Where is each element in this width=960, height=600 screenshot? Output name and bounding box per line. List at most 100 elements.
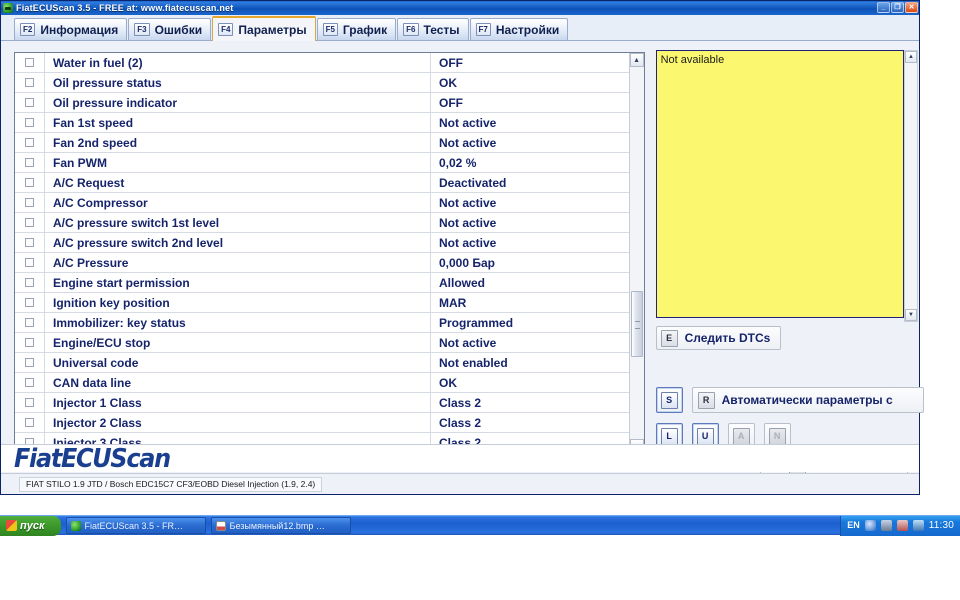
row-checkbox[interactable]: [15, 93, 45, 112]
checkbox-icon: [25, 218, 34, 227]
row-checkbox[interactable]: [15, 53, 45, 72]
row-checkbox[interactable]: [15, 293, 45, 312]
row-checkbox[interactable]: [15, 353, 45, 372]
parameter-name: Fan 2nd speed: [45, 133, 431, 152]
parameter-name: Injector 2 Class: [45, 413, 431, 432]
table-row[interactable]: Water in fuel (2) OFF: [15, 53, 629, 73]
parameter-name: Injector 1 Class: [45, 393, 431, 412]
table-row[interactable]: Fan 1st speed Not active: [15, 113, 629, 133]
table-row[interactable]: A/C Pressure 0,000 Бар: [15, 253, 629, 273]
tab-nastroyki[interactable]: F7 Настройки: [469, 18, 569, 40]
network-icon[interactable]: [880, 520, 892, 531]
table-row[interactable]: A/C pressure switch 2nd level Not active: [15, 233, 629, 253]
parameter-value: OFF: [439, 95, 463, 110]
checkbox-icon: [25, 258, 34, 267]
parameter-name: Engine/ECU stop: [45, 333, 431, 352]
parameter-value: Programmed: [439, 315, 514, 330]
checkbox-icon: [25, 78, 34, 87]
parameter-grid-scrollbar[interactable]: ▲ ▼: [628, 53, 644, 453]
row-checkbox[interactable]: [15, 373, 45, 392]
row-checkbox[interactable]: [15, 393, 45, 412]
row-checkbox[interactable]: [15, 313, 45, 332]
tab-parametry[interactable]: F4 Параметры: [212, 16, 316, 41]
minimize-icon: _: [881, 4, 886, 11]
parameter-name: A/C Compressor: [45, 193, 431, 212]
scrollbar-thumb[interactable]: [630, 291, 643, 357]
fkey-badge-f4: F4: [218, 23, 234, 36]
table-row[interactable]: Oil pressure status OK: [15, 73, 629, 93]
clock[interactable]: 11:30: [929, 520, 954, 531]
row-checkbox[interactable]: [15, 153, 45, 172]
table-row[interactable]: Universal code Not enabled: [15, 353, 629, 373]
desc-scroll-up-icon[interactable]: ▲: [905, 51, 917, 63]
table-row[interactable]: Oil pressure indicator OFF: [15, 93, 629, 113]
scroll-up-icon[interactable]: ▲: [629, 53, 644, 67]
language-indicator[interactable]: EN: [847, 520, 860, 531]
tab-label: Ошибки: [154, 22, 203, 37]
ecu-info-status: FIAT STILO 1.9 JTD / Bosch EDC15C7 CF3/E…: [19, 476, 323, 492]
window-controls: _ ❐ ✕: [877, 2, 918, 13]
key-badge-e: E: [660, 329, 678, 347]
restore-button[interactable]: ❐: [891, 2, 904, 13]
table-row[interactable]: Immobilizer: key status Programmed: [15, 313, 629, 333]
watch-dtcs-label: Следить DTCs: [684, 331, 771, 345]
save-button[interactable]: S: [655, 387, 683, 413]
row-checkbox[interactable]: [15, 73, 45, 92]
row-checkbox[interactable]: [15, 233, 45, 252]
brand-logo-text: FiatECUScan: [14, 443, 171, 474]
key-badge-u: U: [696, 427, 714, 445]
antivirus-icon[interactable]: [896, 520, 908, 531]
tab-testy[interactable]: F6 Тесты: [397, 18, 469, 40]
table-row[interactable]: A/C Request Deactivated: [15, 173, 629, 193]
parameter-name: Oil pressure status: [45, 73, 431, 92]
row-checkbox[interactable]: [15, 253, 45, 272]
tab-oshibki[interactable]: F3 Ошибки: [128, 18, 212, 40]
table-row[interactable]: Injector 1 Class Class 2: [15, 393, 629, 413]
row-checkbox[interactable]: [15, 273, 45, 292]
volume-icon[interactable]: [864, 520, 876, 531]
row-checkbox[interactable]: [15, 173, 45, 192]
row-checkbox[interactable]: [15, 193, 45, 212]
start-label: пуск: [20, 519, 45, 532]
auto-parameters-row: S R Автоматически параметры с: [655, 387, 924, 413]
description-scrollbar[interactable]: ▲ ▼: [904, 50, 918, 322]
checkbox-icon: [25, 378, 34, 387]
table-row[interactable]: Fan 2nd speed Not active: [15, 133, 629, 153]
row-checkbox[interactable]: [15, 333, 45, 352]
checkbox-icon: [25, 238, 34, 247]
key-badge-a: A: [732, 427, 750, 445]
app-icon: [3, 3, 13, 13]
table-row[interactable]: Engine start permission Allowed: [15, 273, 629, 293]
taskbar-item-label: FiatECUScan 3.5 - FR…: [84, 520, 184, 531]
table-row[interactable]: A/C pressure switch 1st level Not active: [15, 213, 629, 233]
minimize-button[interactable]: _: [877, 2, 890, 13]
tab-informatsiya[interactable]: F2 Информация: [14, 18, 128, 40]
table-row[interactable]: Injector 2 Class Class 2: [15, 413, 629, 433]
checkbox-icon: [25, 98, 34, 107]
auto-parameters-button[interactable]: R Автоматически параметры с: [691, 387, 924, 413]
row-checkbox[interactable]: [15, 113, 45, 132]
row-checkbox[interactable]: [15, 213, 45, 232]
parameter-name: CAN data line: [45, 373, 431, 392]
start-button[interactable]: пуск: [0, 515, 61, 536]
row-checkbox[interactable]: [15, 133, 45, 152]
close-button[interactable]: ✕: [905, 2, 918, 13]
updates-icon[interactable]: [912, 520, 924, 531]
watch-dtcs-button[interactable]: E Следить DTCs: [655, 326, 782, 350]
row-checkbox[interactable]: [15, 413, 45, 432]
taskbar-item-bitmap[interactable]: Безымянный12.bmp …: [210, 517, 351, 534]
table-row[interactable]: Fan PWM 0,02 %: [15, 153, 629, 173]
table-row[interactable]: Ignition key position MAR: [15, 293, 629, 313]
desc-scroll-down-icon[interactable]: ▼: [905, 309, 917, 321]
tab-grafik[interactable]: F5 График: [316, 18, 397, 40]
key-badge-n: N: [768, 427, 786, 445]
checkbox-icon: [25, 338, 34, 347]
parameter-value: Not active: [439, 235, 497, 250]
table-row[interactable]: A/C Compressor Not active: [15, 193, 629, 213]
taskbar-item-fiatecuscan[interactable]: FiatECUScan 3.5 - FR…: [65, 517, 206, 534]
table-row[interactable]: Engine/ECU stop Not active: [15, 333, 629, 353]
tab-label: График: [342, 22, 388, 37]
table-row[interactable]: CAN data line OK: [15, 373, 629, 393]
main-tab-bar: F2 Информация F3 Ошибки F4 Параметры F5 …: [1, 15, 919, 41]
app-icon: [70, 520, 81, 531]
